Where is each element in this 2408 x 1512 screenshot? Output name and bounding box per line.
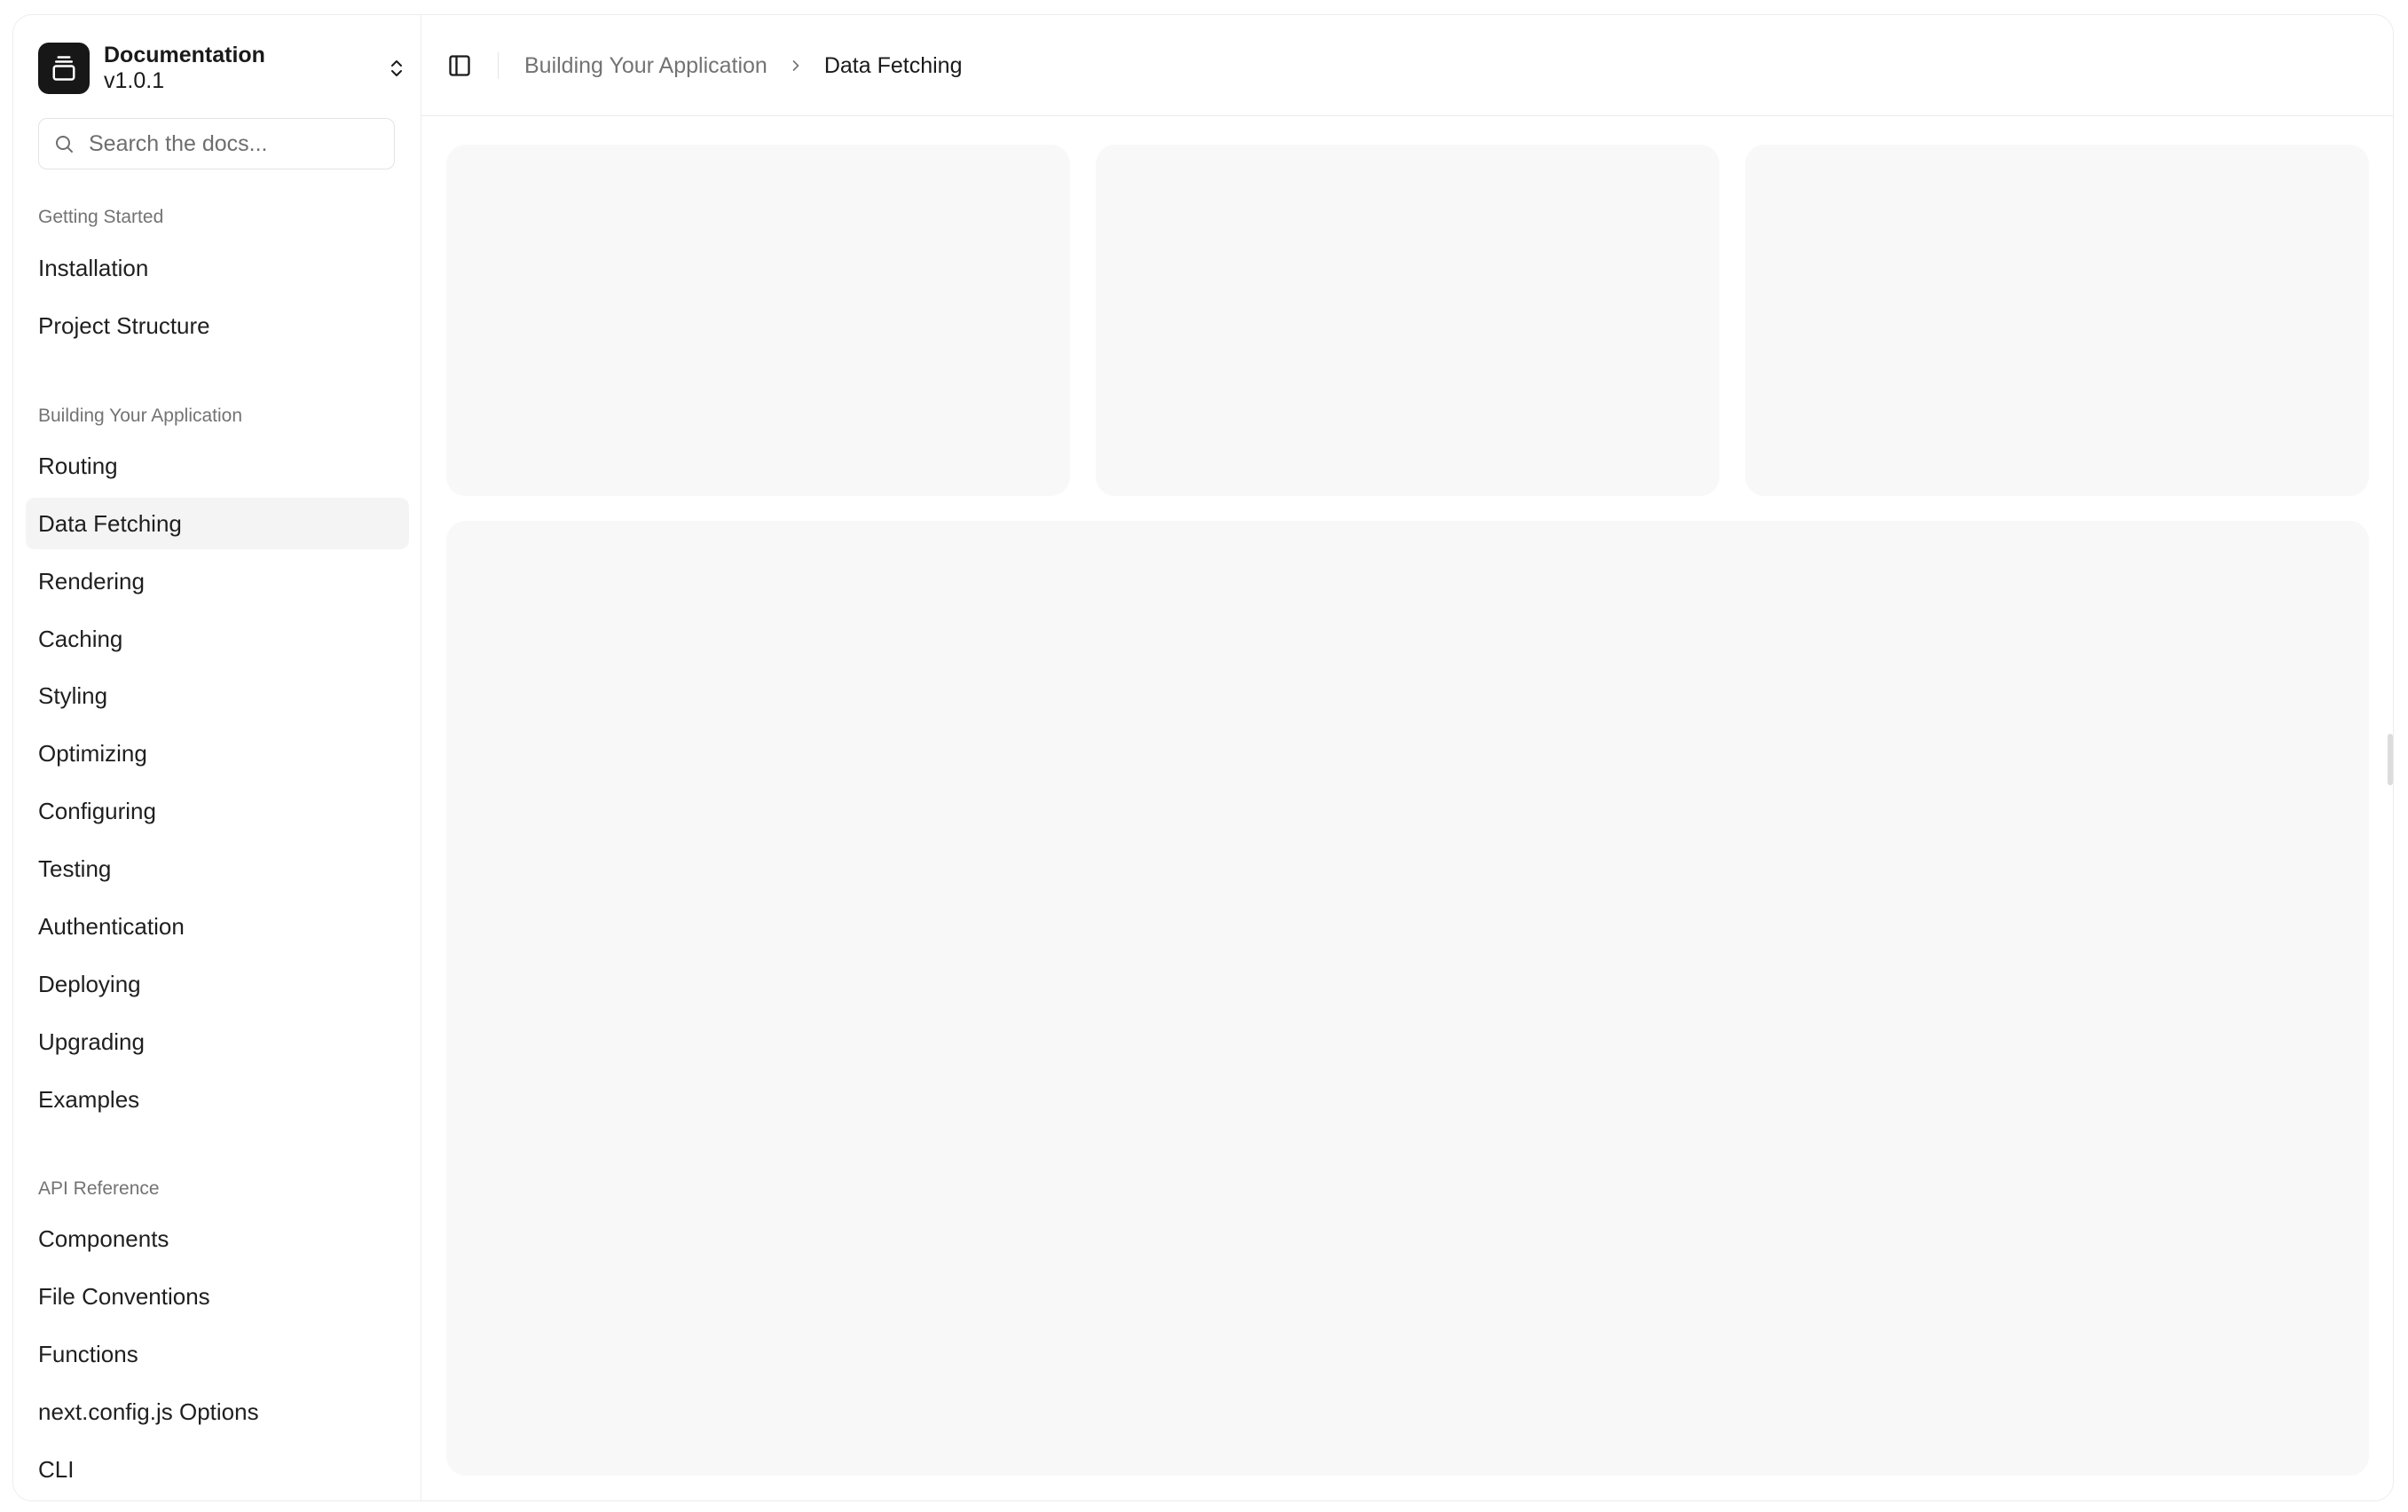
sidebar-item-optimizing[interactable]: Optimizing (26, 728, 409, 779)
search-input[interactable] (87, 130, 371, 158)
sidebar-item-caching[interactable]: Caching (26, 613, 409, 665)
nav-group-getting-started: Getting Started (38, 207, 164, 227)
toolbar-divider (498, 52, 499, 79)
version-switcher[interactable]: Documentation v1.0.1 (38, 42, 411, 95)
sidebar-item-next-config-options[interactable]: next.config.js Options (26, 1386, 409, 1437)
placeholder-card-3 (1745, 145, 2369, 496)
chevrons-up-down-icon[interactable] (382, 54, 411, 83)
scrollbar-thumb[interactable] (2388, 734, 2393, 785)
app-window: Documentation v1.0.1 Getting Started Ins (12, 14, 2394, 1501)
sidebar-item-rendering[interactable]: Rendering (26, 555, 409, 607)
sidebar-item-configuring[interactable]: Configuring (26, 785, 409, 837)
sidebar-item-examples[interactable]: Examples (26, 1074, 409, 1125)
breadcrumb: Building Your Application Data Fetching (524, 51, 962, 81)
search-field[interactable] (38, 118, 395, 169)
brand-title: Documentation (104, 43, 265, 68)
sidebar-item-cli[interactable]: CLI (26, 1444, 409, 1495)
sidebar-item-functions[interactable]: Functions (26, 1328, 409, 1380)
nav-group-building-your-application: Building Your Application (38, 406, 243, 426)
sidebar-item-authentication[interactable]: Authentication (26, 901, 409, 952)
nav-group-api-reference: API Reference (38, 1178, 160, 1199)
sidebar-item-routing[interactable]: Routing (26, 440, 409, 492)
chevron-right-icon (787, 57, 805, 75)
sidebar-item-testing[interactable]: Testing (26, 843, 409, 894)
search-icon (53, 133, 75, 154)
brand-version: v1.0.1 (104, 68, 165, 93)
sidebar-item-file-conventions[interactable]: File Conventions (26, 1271, 409, 1322)
placeholder-card-1 (446, 145, 1070, 496)
sidebar-item-components[interactable]: Components (26, 1213, 409, 1264)
sidebar-item-project-structure[interactable]: Project Structure (26, 300, 409, 351)
gallery-vertical-end-icon (38, 43, 90, 94)
sidebar: Documentation v1.0.1 Getting Started Ins (13, 15, 421, 1500)
brand-text: Documentation v1.0.1 (104, 43, 265, 94)
breadcrumb-current-page: Data Fetching (823, 52, 963, 78)
top-bar: Building Your Application Data Fetching (421, 15, 2393, 116)
breadcrumb-parent-link[interactable]: Building Your Application (524, 53, 767, 79)
sidebar-item-upgrading[interactable]: Upgrading (26, 1016, 409, 1067)
sidebar-item-data-fetching[interactable]: Data Fetching (26, 498, 409, 549)
panel-left-icon[interactable] (445, 51, 475, 81)
sidebar-item-deploying[interactable]: Deploying (26, 958, 409, 1010)
main-content: Building Your Application Data Fetching (421, 15, 2393, 1500)
placeholder-card-2 (1096, 145, 1719, 496)
placeholder-content-panel (446, 521, 2369, 1476)
sidebar-item-installation[interactable]: Installation (26, 242, 409, 294)
sidebar-item-styling[interactable]: Styling (26, 670, 409, 721)
